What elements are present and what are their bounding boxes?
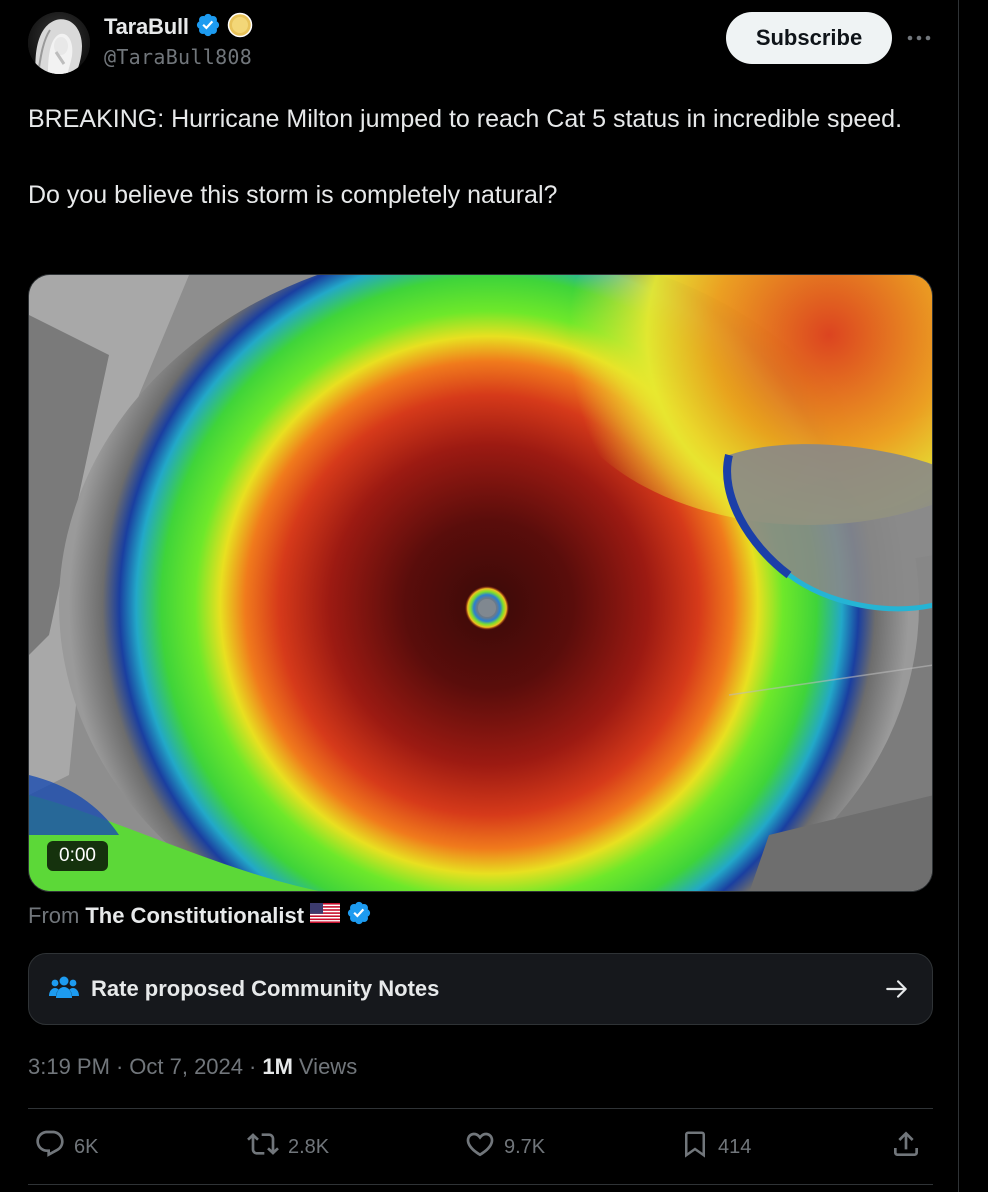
tweet-text-line-1: BREAKING: Hurricane Milton jumped to rea…	[28, 105, 903, 133]
bookmark-icon	[680, 1128, 710, 1166]
verified-badge-icon[interactable]	[195, 12, 221, 43]
meta-separator: ·	[115, 1054, 124, 1079]
author-handle[interactable]: @TaraBull808	[104, 45, 252, 69]
tweet-date[interactable]: Oct 7, 2024	[129, 1054, 243, 1080]
reply-count: 6K	[74, 1135, 99, 1158]
heart-icon	[464, 1128, 496, 1166]
tweet-text: BREAKING: Hurricane Milton jumped to rea…	[28, 100, 928, 214]
repost-button[interactable]: 2.8K	[246, 1127, 329, 1167]
rate-community-notes-button[interactable]: Rate proposed Community Notes	[28, 953, 933, 1025]
divider	[28, 1108, 933, 1109]
meta-separator: ·	[249, 1054, 257, 1079]
bookmark-button[interactable]: 414	[680, 1127, 751, 1167]
tweet-time[interactable]: 3:19 PM	[28, 1054, 110, 1080]
arrow-right-icon	[884, 976, 910, 1007]
tweet-metadata: 3:19 PM · Oct 7, 2024 · 1M Views	[28, 1050, 357, 1084]
more-horizontal-icon[interactable]	[902, 22, 936, 54]
repost-count: 2.8K	[288, 1135, 330, 1158]
author-display-name[interactable]: TaraBull	[104, 14, 189, 40]
people-icon	[49, 974, 79, 1005]
like-button[interactable]: 9.7K	[464, 1127, 545, 1167]
reply-button[interactable]: 6K	[34, 1127, 98, 1167]
author-name-row: TaraBull	[104, 12, 253, 42]
source-account-name[interactable]: The Constitutionalist	[85, 903, 304, 929]
avatar[interactable]	[28, 12, 90, 74]
repost-icon	[246, 1128, 280, 1166]
source-verified-badge-icon	[346, 900, 372, 932]
share-button[interactable]	[890, 1127, 922, 1167]
timeline-border	[958, 0, 959, 1192]
community-notes-label: Rate proposed Community Notes	[91, 976, 440, 1001]
us-flag-icon	[310, 903, 341, 929]
from-label: From	[28, 903, 80, 928]
video-timestamp: 0:00	[47, 841, 108, 871]
video-source-attribution: From The Constitutionalist	[28, 900, 372, 932]
divider	[28, 1184, 933, 1185]
like-count: 9.7K	[504, 1135, 546, 1158]
tweet-text-line-2: Do you believe this storm is completely …	[28, 181, 558, 209]
reply-icon	[34, 1128, 66, 1166]
video-player[interactable]: 0:00	[28, 274, 933, 892]
views-count: 1M	[262, 1054, 293, 1079]
bookmark-count: 414	[718, 1135, 752, 1158]
affiliate-badge-icon[interactable]	[227, 12, 253, 43]
subscribe-button[interactable]: Subscribe	[726, 12, 892, 64]
views-label: Views	[298, 1054, 358, 1079]
avatar-image	[28, 12, 90, 74]
tweet-action-bar: 6K 2.8K 9.7K 414	[28, 1127, 933, 1167]
hurricane-radar-image	[29, 275, 932, 891]
share-icon	[890, 1128, 922, 1166]
